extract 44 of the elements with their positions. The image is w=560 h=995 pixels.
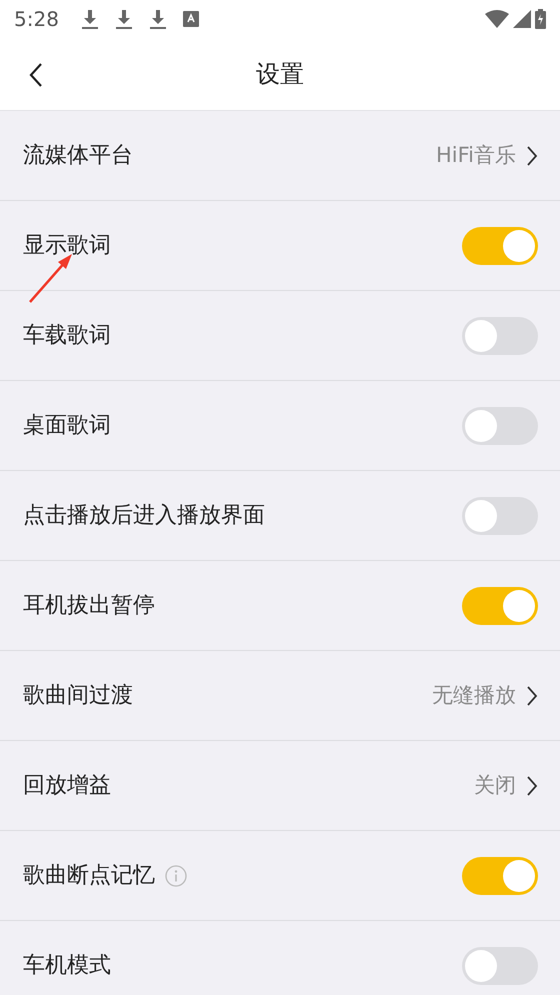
settings-row[interactable]: 桌面歌词 bbox=[0, 381, 560, 471]
setting-label: 桌面歌词 bbox=[23, 412, 111, 440]
setting-label: 回放增益 bbox=[23, 772, 111, 800]
info-icon[interactable] bbox=[165, 864, 187, 886]
chevron-right-icon bbox=[526, 684, 538, 706]
settings-row[interactable]: 车机模式 bbox=[0, 921, 560, 995]
setting-label: 车机模式 bbox=[23, 952, 111, 980]
settings-row[interactable]: 歌曲断点记忆 bbox=[0, 831, 560, 921]
setting-label: 车载歌词 bbox=[23, 322, 111, 350]
download-icon bbox=[148, 9, 167, 29]
setting-label: 歌曲间过渡 bbox=[23, 682, 133, 710]
toggle-switch[interactable] bbox=[462, 496, 538, 534]
settings-row[interactable]: 点击播放后进入播放界面 bbox=[0, 471, 560, 561]
chevron-right-icon bbox=[526, 774, 538, 796]
toggle-switch[interactable] bbox=[462, 316, 538, 354]
settings-row[interactable]: 车载歌词 bbox=[0, 291, 560, 381]
download-icon bbox=[114, 9, 133, 29]
download-icon bbox=[80, 9, 99, 29]
settings-row[interactable]: 流媒体平台 HiFi音乐 bbox=[0, 111, 560, 201]
setting-value: HiFi音乐 bbox=[436, 142, 516, 169]
settings-row[interactable]: 耳机拔出暂停 bbox=[0, 561, 560, 651]
chevron-right-icon bbox=[526, 144, 538, 166]
toggle-switch[interactable] bbox=[462, 856, 538, 894]
toggle-switch[interactable] bbox=[462, 226, 538, 264]
toggle-switch[interactable] bbox=[462, 586, 538, 624]
toggle-switch[interactable] bbox=[462, 406, 538, 444]
status-time: 5:28 bbox=[14, 6, 59, 33]
back-icon bbox=[29, 62, 43, 88]
setting-label: 流媒体平台 bbox=[23, 142, 133, 170]
wifi-icon bbox=[485, 10, 509, 28]
setting-label: 歌曲断点记忆 bbox=[23, 862, 155, 890]
settings-row[interactable]: 回放增益 关闭 bbox=[0, 741, 560, 831]
page-title: 设置 bbox=[256, 59, 304, 90]
toggle-switch[interactable] bbox=[462, 946, 538, 984]
signal-icon bbox=[513, 10, 531, 28]
keyboard-icon bbox=[182, 11, 199, 27]
setting-value: 关闭 bbox=[474, 772, 516, 799]
setting-value: 无缝播放 bbox=[432, 682, 516, 709]
battery-charging-icon bbox=[535, 9, 546, 29]
setting-label: 显示歌词 bbox=[23, 232, 111, 260]
setting-label: 点击播放后进入播放界面 bbox=[23, 502, 265, 530]
settings-row[interactable]: 歌曲间过渡 无缝播放 bbox=[0, 651, 560, 741]
setting-label: 耳机拔出暂停 bbox=[23, 592, 155, 620]
settings-row[interactable]: 显示歌词 bbox=[0, 201, 560, 291]
